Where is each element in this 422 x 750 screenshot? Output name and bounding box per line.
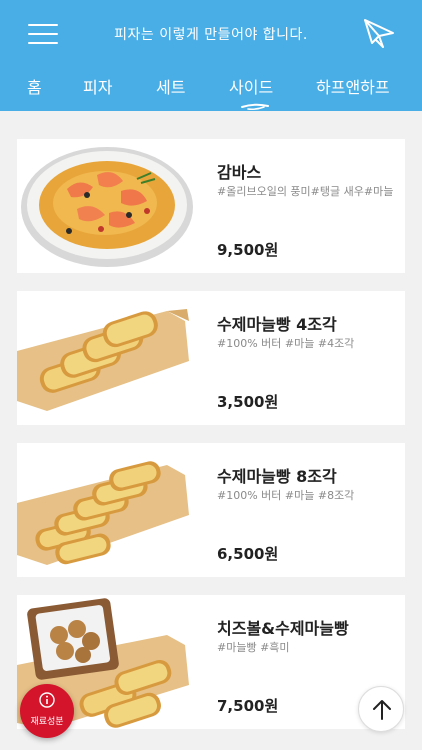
garlic-bread-4-image [17,309,189,411]
info-icon [39,692,55,708]
item-tags: #마늘빵 #흑미 [217,641,290,654]
item-price: 3,500원 [217,393,279,411]
item-tags: #100% 버터 #마늘 #4조각 [217,337,355,350]
menu-item-card[interactable]: 수제마늘빵 4조각 #100% 버터 #마늘 #4조각 3,500원 [17,291,405,425]
hamburger-menu-icon[interactable] [28,22,58,46]
ingredients-button[interactable]: 재료성분 [20,684,74,738]
item-tags: #100% 버터 #마늘 #8조각 [217,489,355,502]
tab-side[interactable]: 사이드 [229,74,273,98]
item-name: 수제마늘빵 8조각 [217,467,337,486]
tab-set[interactable]: 세트 [156,74,185,98]
tab-half-and-half[interactable]: 하프앤하프 [316,74,390,98]
item-price: 7,500원 [217,697,279,715]
item-name: 치즈볼&수제마늘빵 [217,619,349,638]
app-header: 피자는 이렇게 만들어야 합니다. 홈 피자 세트 사이드 하프앤하프 [0,0,422,111]
item-name: 감바스 [217,163,262,182]
item-name: 수제마늘빵 4조각 [217,315,337,334]
item-price: 6,500원 [217,545,279,563]
item-tags: #올리브오일의 풍미#탱글 새우#마늘 [217,185,394,198]
menu-item-card[interactable]: 수제마늘빵 8조각 #100% 버터 #마늘 #8조각 6,500원 [17,443,405,577]
page-title: 피자는 이렇게 만들어야 합니다. [114,27,308,43]
scroll-to-top-button[interactable] [358,686,404,732]
gambas-image [21,147,193,267]
tab-home[interactable]: 홈 [27,74,42,98]
tab-pizza[interactable]: 피자 [83,74,112,98]
active-tab-indicator-icon [241,103,269,110]
garlic-bread-8-image [17,461,189,565]
menu-item-card[interactable]: 감바스 #올리브오일의 풍미#탱글 새우#마늘 9,500원 [17,139,405,273]
arrow-up-icon [373,700,391,720]
menu-item-card[interactable]: 치즈볼&수제마늘빵 #마늘빵 #흑미 7,500원 [17,595,405,729]
category-tabs: 홈 피자 세트 사이드 하프앤하프 [0,70,422,111]
ingredients-label: 재료성분 [30,717,64,727]
paper-plane-icon[interactable] [362,16,396,50]
item-price: 9,500원 [217,241,279,259]
